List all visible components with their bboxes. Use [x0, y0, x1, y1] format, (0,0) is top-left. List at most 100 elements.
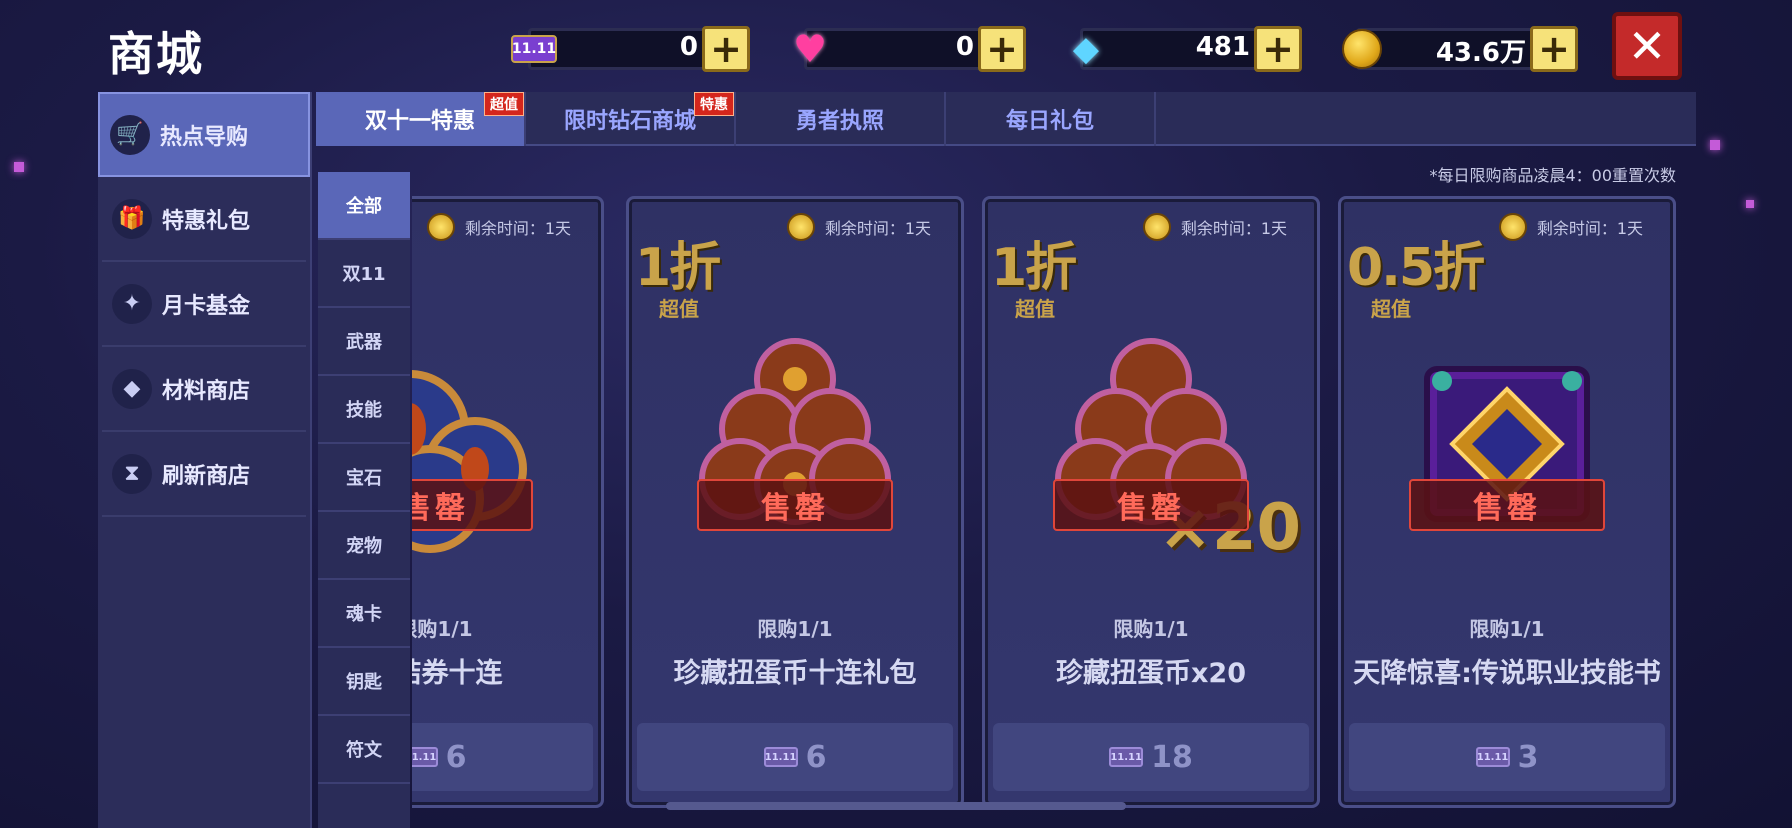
tab-label: 限时钻石商城 [563, 109, 696, 134]
clock-icon [426, 213, 455, 241]
price-button[interactable]: 11.11 6 [637, 723, 953, 791]
add-gold-button[interactable]: + [1530, 26, 1578, 72]
product-name: 珍藏扭蛋币十连礼包 [673, 658, 917, 689]
category-skill[interactable]: 技能 [318, 376, 410, 444]
category-key[interactable]: 钥匙 [318, 648, 410, 716]
category-double11[interactable]: 双11 [318, 240, 410, 308]
clock-icon [1498, 213, 1527, 241]
product-card[interactable]: 剩余时间：1天 1折 超值 ×20 售罄 限购1/1 珍藏扭蛋币x20 11.1… [982, 196, 1320, 808]
sidebar-item-label: 材料商店 [162, 378, 251, 404]
price-button[interactable]: 11.11 3 [1349, 723, 1665, 791]
cart-icon: 🛒 [110, 114, 150, 155]
discount-label: 0.5折 [1347, 238, 1485, 298]
sidebar-item-label: 特惠礼包 [162, 208, 251, 234]
tab-diamond-shop[interactable]: 限时钻石商城 特惠 [526, 92, 736, 146]
ticket-count: 0 [679, 32, 698, 62]
category-pet[interactable]: 宠物 [318, 512, 410, 580]
sidebar-item-gift-pack[interactable]: 🎁 特惠礼包 [102, 177, 306, 262]
diamond-icon: ◆ [1072, 29, 1100, 69]
purchase-limit: 限购1/1 [1469, 617, 1545, 641]
soldout-label: 售罄 [1053, 479, 1249, 531]
clock-icon [786, 213, 815, 241]
tab-daily-pack[interactable]: 每日礼包 [946, 92, 1156, 146]
category-weapon[interactable]: 武器 [318, 308, 410, 376]
tab-bar: 双十一特惠 超值 限时钻石商城 特惠 勇者执照 每日礼包 [316, 92, 1696, 146]
tab-badge: 特惠 [694, 92, 734, 116]
ticket-1111-icon: 11.11 [1475, 747, 1510, 767]
reset-note: *每日限购商品凌晨4：00重置次数 [1429, 166, 1676, 185]
page-title: 商城 [108, 27, 204, 81]
add-heart-gem-button[interactable]: + [978, 26, 1026, 72]
clock-icon [1142, 213, 1171, 241]
hourglass-icon: ⧗ [112, 453, 152, 494]
tab-label: 每日礼包 [1005, 109, 1094, 134]
tab-badge: 超值 [484, 92, 524, 116]
currency-ticket: 11.11 0 + [510, 26, 750, 72]
currency-gold: 43.6万 + [1338, 26, 1578, 72]
sidebar-item-label: 月卡基金 [162, 293, 251, 319]
product-cards: 剩余时间：1天 售罄 限购1/1 凝结券十连 11.11 6 剩余时间：1天 1… [412, 196, 1692, 816]
currency-heart: ♥ 0 + [786, 26, 1026, 72]
price-button[interactable]: 11.11 18 [993, 723, 1309, 791]
ticket-1111-icon: 11.11 [763, 747, 798, 767]
product-card[interactable]: 剩余时间：1天 1折 超值 售罄 限购1/1 珍藏扭蛋币十连礼包 11.11 6 [626, 196, 964, 808]
gift-icon: 🎁 [112, 198, 152, 239]
purchase-limit: 限购1/1 [757, 617, 833, 641]
sidebar-item-monthly-card[interactable]: ✦ 月卡基金 [102, 262, 306, 347]
sidebar-item-label: 热点导购 [160, 124, 249, 150]
close-button[interactable]: ✕ [1612, 12, 1682, 80]
category-all[interactable]: 全部 [318, 172, 410, 240]
diamond-count: 481 [1195, 32, 1250, 62]
fund-icon: ✦ [112, 283, 152, 324]
product-name: 天降惊喜:传说职业技能书 [1353, 658, 1661, 689]
value-tag: 超值 [1371, 297, 1411, 321]
category-list: 全部 双11 武器 技能 宝石 宠物 魂卡 钥匙 符文 [318, 172, 410, 828]
category-rune[interactable]: 符文 [318, 716, 410, 784]
tab-double-eleven[interactable]: 双十一特惠 超值 [316, 92, 526, 146]
card-timer: 剩余时间：1天 [426, 213, 571, 241]
add-ticket-button[interactable]: + [702, 26, 750, 72]
heart-gem-icon: ♥ [792, 27, 828, 71]
product-card[interactable]: 剩余时间：1天 售罄 限购1/1 凝结券十连 11.11 6 [412, 196, 604, 808]
soldout-label: 售罄 [1409, 479, 1605, 531]
price-value: 18 [1151, 739, 1193, 775]
soldout-label: 售罄 [412, 479, 533, 531]
value-tag: 超值 [659, 297, 699, 321]
material-icon: ◆ [112, 368, 152, 409]
product-name: 凝结券十连 [412, 658, 503, 689]
background-star [1710, 140, 1720, 150]
ticket-1111-icon: 11.11 [1109, 747, 1144, 767]
sidebar: 🛒 热点导购 🎁 特惠礼包 ✦ 月卡基金 ◆ 材料商店 ⧗ 刷新商店 [98, 92, 312, 828]
tab-hero-license[interactable]: 勇者执照 [736, 92, 946, 146]
card-timer: 剩余时间：1天 [1498, 213, 1643, 241]
price-value: 6 [445, 739, 467, 775]
purchase-limit: 限购1/1 [412, 617, 473, 641]
gold-coin-icon [1338, 28, 1386, 70]
card-timer: 剩余时间：1天 [1142, 213, 1287, 241]
value-tag: 超值 [1015, 297, 1055, 321]
price-button[interactable]: 11.11 6 [412, 723, 593, 791]
sidebar-item-label: 刷新商店 [162, 463, 251, 489]
ticket-1111-icon: 11.11 [510, 28, 558, 70]
category-soul-card[interactable]: 魂卡 [318, 580, 410, 648]
add-diamond-button[interactable]: + [1254, 26, 1302, 72]
tab-label: 双十一特惠 [364, 109, 475, 134]
gold-count: 43.6万 [1435, 38, 1526, 68]
sidebar-item-hot[interactable]: 🛒 热点导购 [98, 92, 310, 177]
horizontal-scrollbar[interactable] [666, 802, 1126, 810]
tab-label: 勇者执照 [795, 109, 884, 134]
category-gem[interactable]: 宝石 [318, 444, 410, 512]
heart-gem-count: 0 [955, 32, 974, 62]
purchase-limit: 限购1/1 [1113, 617, 1189, 641]
price-value: 3 [1517, 739, 1539, 775]
soldout-label: 售罄 [697, 479, 893, 531]
sidebar-item-material-shop[interactable]: ◆ 材料商店 [102, 347, 306, 432]
background-star [14, 162, 24, 172]
product-card[interactable]: 剩余时间：1天 0.5折 超值 售罄 限购1/1 天降惊喜:传说职业技能书 11… [1338, 196, 1676, 808]
price-value: 6 [805, 739, 827, 775]
sidebar-item-refresh-shop[interactable]: ⧗ 刷新商店 [102, 432, 306, 517]
discount-label: 1折 [991, 238, 1077, 298]
discount-label: 1折 [635, 238, 721, 298]
currency-diamond: ◆ 481 + [1062, 26, 1302, 72]
card-timer: 剩余时间：1天 [786, 213, 931, 241]
